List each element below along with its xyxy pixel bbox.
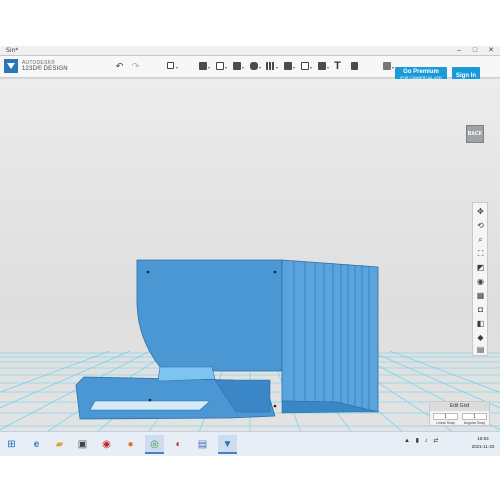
fit-icon[interactable]: ⛶	[475, 248, 486, 259]
window-title: Sin*	[6, 47, 19, 54]
clock-date: 2021-11-20	[471, 444, 495, 449]
angular-snap-label: Angular Snap	[463, 421, 486, 425]
zoom-icon[interactable]: ⌕	[475, 234, 486, 245]
linear-snap-input[interactable]: 1	[433, 413, 458, 420]
redo-icon[interactable]: ↷	[129, 60, 142, 73]
internet-explorer-icon[interactable]: e	[27, 435, 46, 454]
clock-time: 16:53	[477, 436, 489, 441]
modify-icon[interactable]: ▾	[247, 60, 261, 73]
brand-123d-design: 123D® DESIGN	[22, 66, 68, 72]
file-explorer-icon[interactable]: ▰	[50, 435, 69, 454]
orbit-icon[interactable]: ⟲	[475, 220, 486, 231]
pattern-icon[interactable]: ▾	[264, 60, 278, 73]
grid-settings-icon[interactable]: ▤	[475, 344, 486, 355]
primitives-icon[interactable]: ▾	[196, 60, 210, 73]
window-titlebar: Sin* – □ ✕	[0, 46, 500, 56]
snap-settings-icon[interactable]: ◆	[475, 332, 486, 343]
minimize-button[interactable]: –	[451, 46, 467, 56]
app-icon-round[interactable]: ◐	[169, 435, 188, 454]
materials-outline-icon[interactable]: ▦	[475, 290, 486, 301]
main-toolbar: AUTODESK® 123D® DESIGN ↶ ↷ ▾ ▾ ▾ ▾ ▾ ▾ ▾…	[0, 56, 500, 85]
edit-grid-panel: Edit Grid 1 1 Linear Snap Angular Snap	[429, 401, 490, 426]
app-window: Sin* – □ ✕ AUTODESK® 123D® DESIGN ↶ ↷ ▾ …	[0, 46, 500, 456]
start-button-icon[interactable]: ⊞	[2, 435, 21, 454]
edit-grid-title[interactable]: Edit Grid	[430, 402, 489, 411]
material-icon[interactable]: ▾	[380, 60, 394, 73]
3d-model[interactable]	[0, 79, 500, 456]
viewcube-back[interactable]: BACK	[466, 125, 484, 143]
app-icon-red[interactable]: ◉	[97, 435, 116, 454]
firefox-icon[interactable]: ●	[121, 435, 140, 454]
app-menu-logo-icon[interactable]	[4, 59, 18, 73]
combine-icon[interactable]: ▾	[298, 60, 312, 73]
windows-taskbar: ⊞ e ▰ ▣ ◉ ● ◎ ◐ ▤ ▼ ▲ ▮ ♪ ⇄ 16:53 2021-1…	[0, 431, 500, 456]
angular-snap-input[interactable]: 1	[462, 413, 487, 420]
undo-icon[interactable]: ↶	[113, 60, 126, 73]
linear-snap-label: Linear Snap	[436, 421, 455, 425]
grouping-icon[interactable]: ▾	[281, 60, 295, 73]
text-tool-icon[interactable]: T	[331, 60, 344, 73]
navigation-bar: ✥ ⟲ ⌕ ⛶ ◩ ◉ ▦ ◘ ◧ ◆ ▤	[472, 202, 488, 356]
sketch-icon[interactable]: ▾	[213, 60, 227, 73]
transform-icon[interactable]: ▾	[164, 60, 178, 73]
close-button[interactable]: ✕	[483, 46, 499, 56]
go-premium-label: Go Premium	[403, 69, 439, 75]
view-cube-icon[interactable]: ◩	[475, 262, 486, 273]
snap-icon[interactable]	[348, 60, 361, 73]
media-player-icon[interactable]: ▣	[73, 435, 92, 454]
3d-viewport[interactable]: BACK ✥ ⟲ ⌕ ⛶ ◩ ◉ ▦ ◘ ◧ ◆ ▤	[0, 79, 500, 456]
visibility-icon[interactable]: ◉	[475, 276, 486, 287]
system-tray[interactable]: ▲ ▮ ♪ ⇄	[404, 437, 440, 444]
measure-icon[interactable]: ▾	[315, 60, 329, 73]
123d-design-taskbar-icon[interactable]: ▼	[218, 435, 237, 454]
camera-icon[interactable]: ◘	[475, 304, 486, 315]
document-icon[interactable]: ▤	[193, 435, 212, 454]
system-clock[interactable]: 16:53 2021-11-20	[468, 435, 498, 451]
construct-icon[interactable]: ▾	[230, 60, 244, 73]
solid-shading-icon[interactable]: ◧	[475, 318, 486, 329]
pan-icon[interactable]: ✥	[475, 206, 486, 217]
maximize-button[interactable]: □	[467, 46, 483, 56]
chrome-icon[interactable]: ◎	[145, 435, 164, 454]
